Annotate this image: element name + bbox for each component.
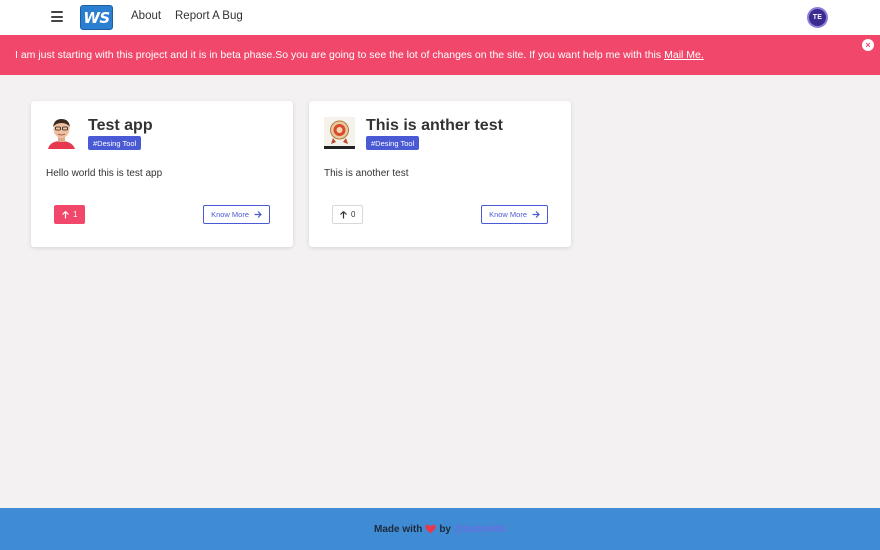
upvote-button[interactable]: 1 xyxy=(54,205,86,224)
top-navbar: WS About Report A Bug TE xyxy=(0,0,880,35)
know-more-button[interactable]: Know More xyxy=(481,205,548,224)
avatar-initials: TE xyxy=(812,14,823,21)
project-card: This is anther test #Desing Tool This is… xyxy=(309,101,571,247)
know-more-button[interactable]: Know More xyxy=(203,205,270,224)
hamburger-menu-icon[interactable] xyxy=(51,11,63,22)
heart-icon xyxy=(425,524,437,534)
mail-me-link[interactable]: Mail Me. xyxy=(664,49,704,61)
app-thumbnail-icon xyxy=(324,117,355,149)
upvote-button[interactable]: 0 xyxy=(332,205,364,224)
card-tag[interactable]: #Desing Tool xyxy=(88,136,142,150)
card-description: Hello world this is test app xyxy=(46,168,163,179)
footer-by: by xyxy=(439,523,451,535)
vote-count: 1 xyxy=(73,210,78,219)
beta-alert-banner: I am just starting with this project and… xyxy=(0,35,880,75)
close-symbol: × xyxy=(865,39,871,50)
nav-link-report-bug[interactable]: Report A Bug xyxy=(175,10,243,22)
footer-prefix: Made with xyxy=(373,523,423,535)
alert-message: I am just starting with this project and… xyxy=(15,49,662,61)
avatar-illustration-icon xyxy=(46,117,77,149)
arrow-up-icon xyxy=(62,210,69,218)
know-more-label: Know More xyxy=(211,210,249,219)
card-title[interactable]: Test app xyxy=(88,117,153,135)
logo-text: WS xyxy=(83,8,110,27)
vote-count: 0 xyxy=(351,210,356,219)
arrow-right-icon xyxy=(254,211,262,218)
card-description: This is another test xyxy=(324,168,409,179)
know-more-label: Know More xyxy=(489,210,527,219)
arrow-right-icon xyxy=(532,211,540,218)
author-link[interactable]: @tazim404 xyxy=(454,524,506,535)
arrow-up-icon xyxy=(340,210,347,218)
close-icon[interactable]: × xyxy=(862,39,874,51)
card-title[interactable]: This is anther test xyxy=(366,117,503,135)
card-tag[interactable]: #Desing Tool xyxy=(366,136,420,150)
page-footer: Made with by @tazim404 xyxy=(0,508,880,550)
site-logo[interactable]: WS xyxy=(80,5,113,30)
nav-link-about[interactable]: About xyxy=(131,10,161,22)
project-card: Test app #Desing Tool Hello world this i… xyxy=(31,101,293,247)
user-avatar[interactable]: TE xyxy=(807,7,828,28)
